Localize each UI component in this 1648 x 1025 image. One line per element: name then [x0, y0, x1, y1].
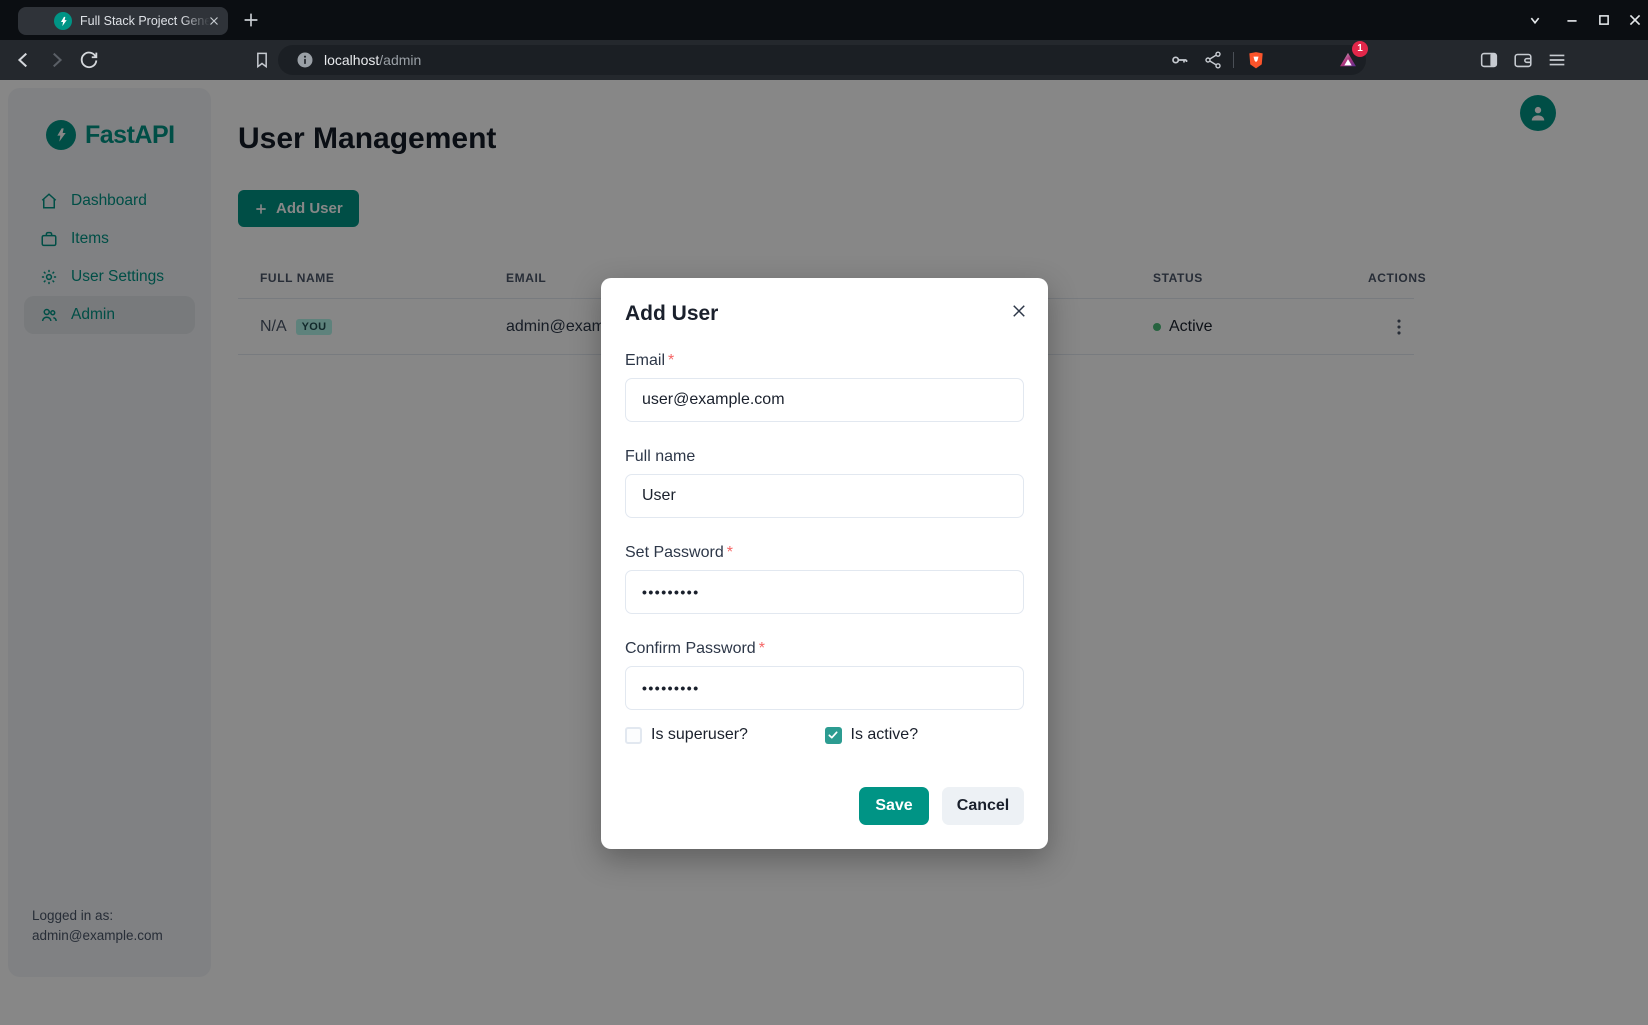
cancel-button[interactable]: Cancel [942, 787, 1024, 825]
label-text: Set Password [625, 544, 724, 561]
new-tab-button[interactable] [240, 9, 262, 31]
is-superuser-checkbox[interactable]: Is superuser? [625, 726, 825, 744]
is-active-checkbox[interactable]: Is active? [825, 726, 1025, 744]
confirm-password-field[interactable] [625, 666, 1024, 710]
checkbox-checked-icon [825, 727, 842, 744]
set-password-field[interactable] [625, 570, 1024, 614]
wallet-icon[interactable] [1512, 49, 1534, 71]
field-label: Email* [625, 352, 1024, 370]
window-minimize-button[interactable] [1561, 9, 1583, 31]
full-name-field[interactable] [625, 474, 1024, 518]
field-confirm-password: Confirm Password* [625, 640, 1024, 710]
add-user-modal: Add User Email* Full name Set Password* … [601, 278, 1048, 849]
menu-hamburger-icon[interactable] [1546, 49, 1568, 71]
url-text: localhost/admin [324, 45, 421, 75]
tab-title: Full Stack Project Genera [80, 7, 210, 35]
reload-icon[interactable] [78, 49, 100, 71]
rewards-badge: 1 [1352, 41, 1368, 57]
checkbox-unchecked-icon [625, 727, 642, 744]
browser-toolbar: localhost/admin 1 [0, 40, 1648, 80]
site-info-icon[interactable] [296, 51, 314, 69]
field-full-name: Full name [625, 448, 1024, 518]
window-maximize-button[interactable] [1593, 9, 1615, 31]
share-icon[interactable] [1203, 50, 1223, 70]
back-icon[interactable] [13, 49, 35, 71]
browser-tab-bar: Full Stack Project Genera [0, 0, 1648, 40]
page-content: FastAPI Dashboard Items User Settings Ad… [0, 80, 1648, 1025]
field-email: Email* [625, 352, 1024, 422]
forward-icon[interactable] [45, 49, 67, 71]
url-bar[interactable]: localhost/admin 1 [278, 45, 1366, 75]
brave-shield-icon[interactable] [1246, 50, 1266, 70]
field-label: Full name [625, 448, 1024, 466]
checkbox-row: Is superuser? Is active? [625, 726, 1024, 744]
browser-tab[interactable]: Full Stack Project Genera [18, 7, 228, 35]
checkbox-label: Is active? [851, 726, 919, 744]
checkbox-label: Is superuser? [651, 726, 748, 744]
window-close-button[interactable] [1624, 9, 1646, 31]
toolbar-divider [1233, 52, 1234, 68]
label-text: Full name [625, 448, 695, 465]
label-text: Email [625, 352, 665, 369]
modal-footer: Save Cancel [625, 787, 1024, 825]
close-icon[interactable] [1010, 302, 1028, 320]
required-asterisk: * [727, 544, 733, 561]
field-label: Set Password* [625, 544, 1024, 562]
required-asterisk: * [668, 352, 674, 369]
sidebar-toggle-icon[interactable] [1478, 49, 1500, 71]
modal-title: Add User [625, 302, 1024, 326]
key-icon[interactable] [1169, 50, 1189, 70]
url-host: localhost [324, 52, 379, 68]
bolt-icon [54, 12, 72, 30]
email-field[interactable] [625, 378, 1024, 422]
bookmark-icon[interactable] [252, 50, 272, 70]
label-text: Confirm Password [625, 640, 756, 657]
save-button[interactable]: Save [859, 787, 929, 825]
field-set-password: Set Password* [625, 544, 1024, 614]
url-path: /admin [379, 52, 421, 68]
required-asterisk: * [759, 640, 765, 657]
tab-search-chevron-icon[interactable] [1524, 9, 1546, 31]
tab-close-icon[interactable] [207, 14, 221, 28]
field-label: Confirm Password* [625, 640, 1024, 658]
